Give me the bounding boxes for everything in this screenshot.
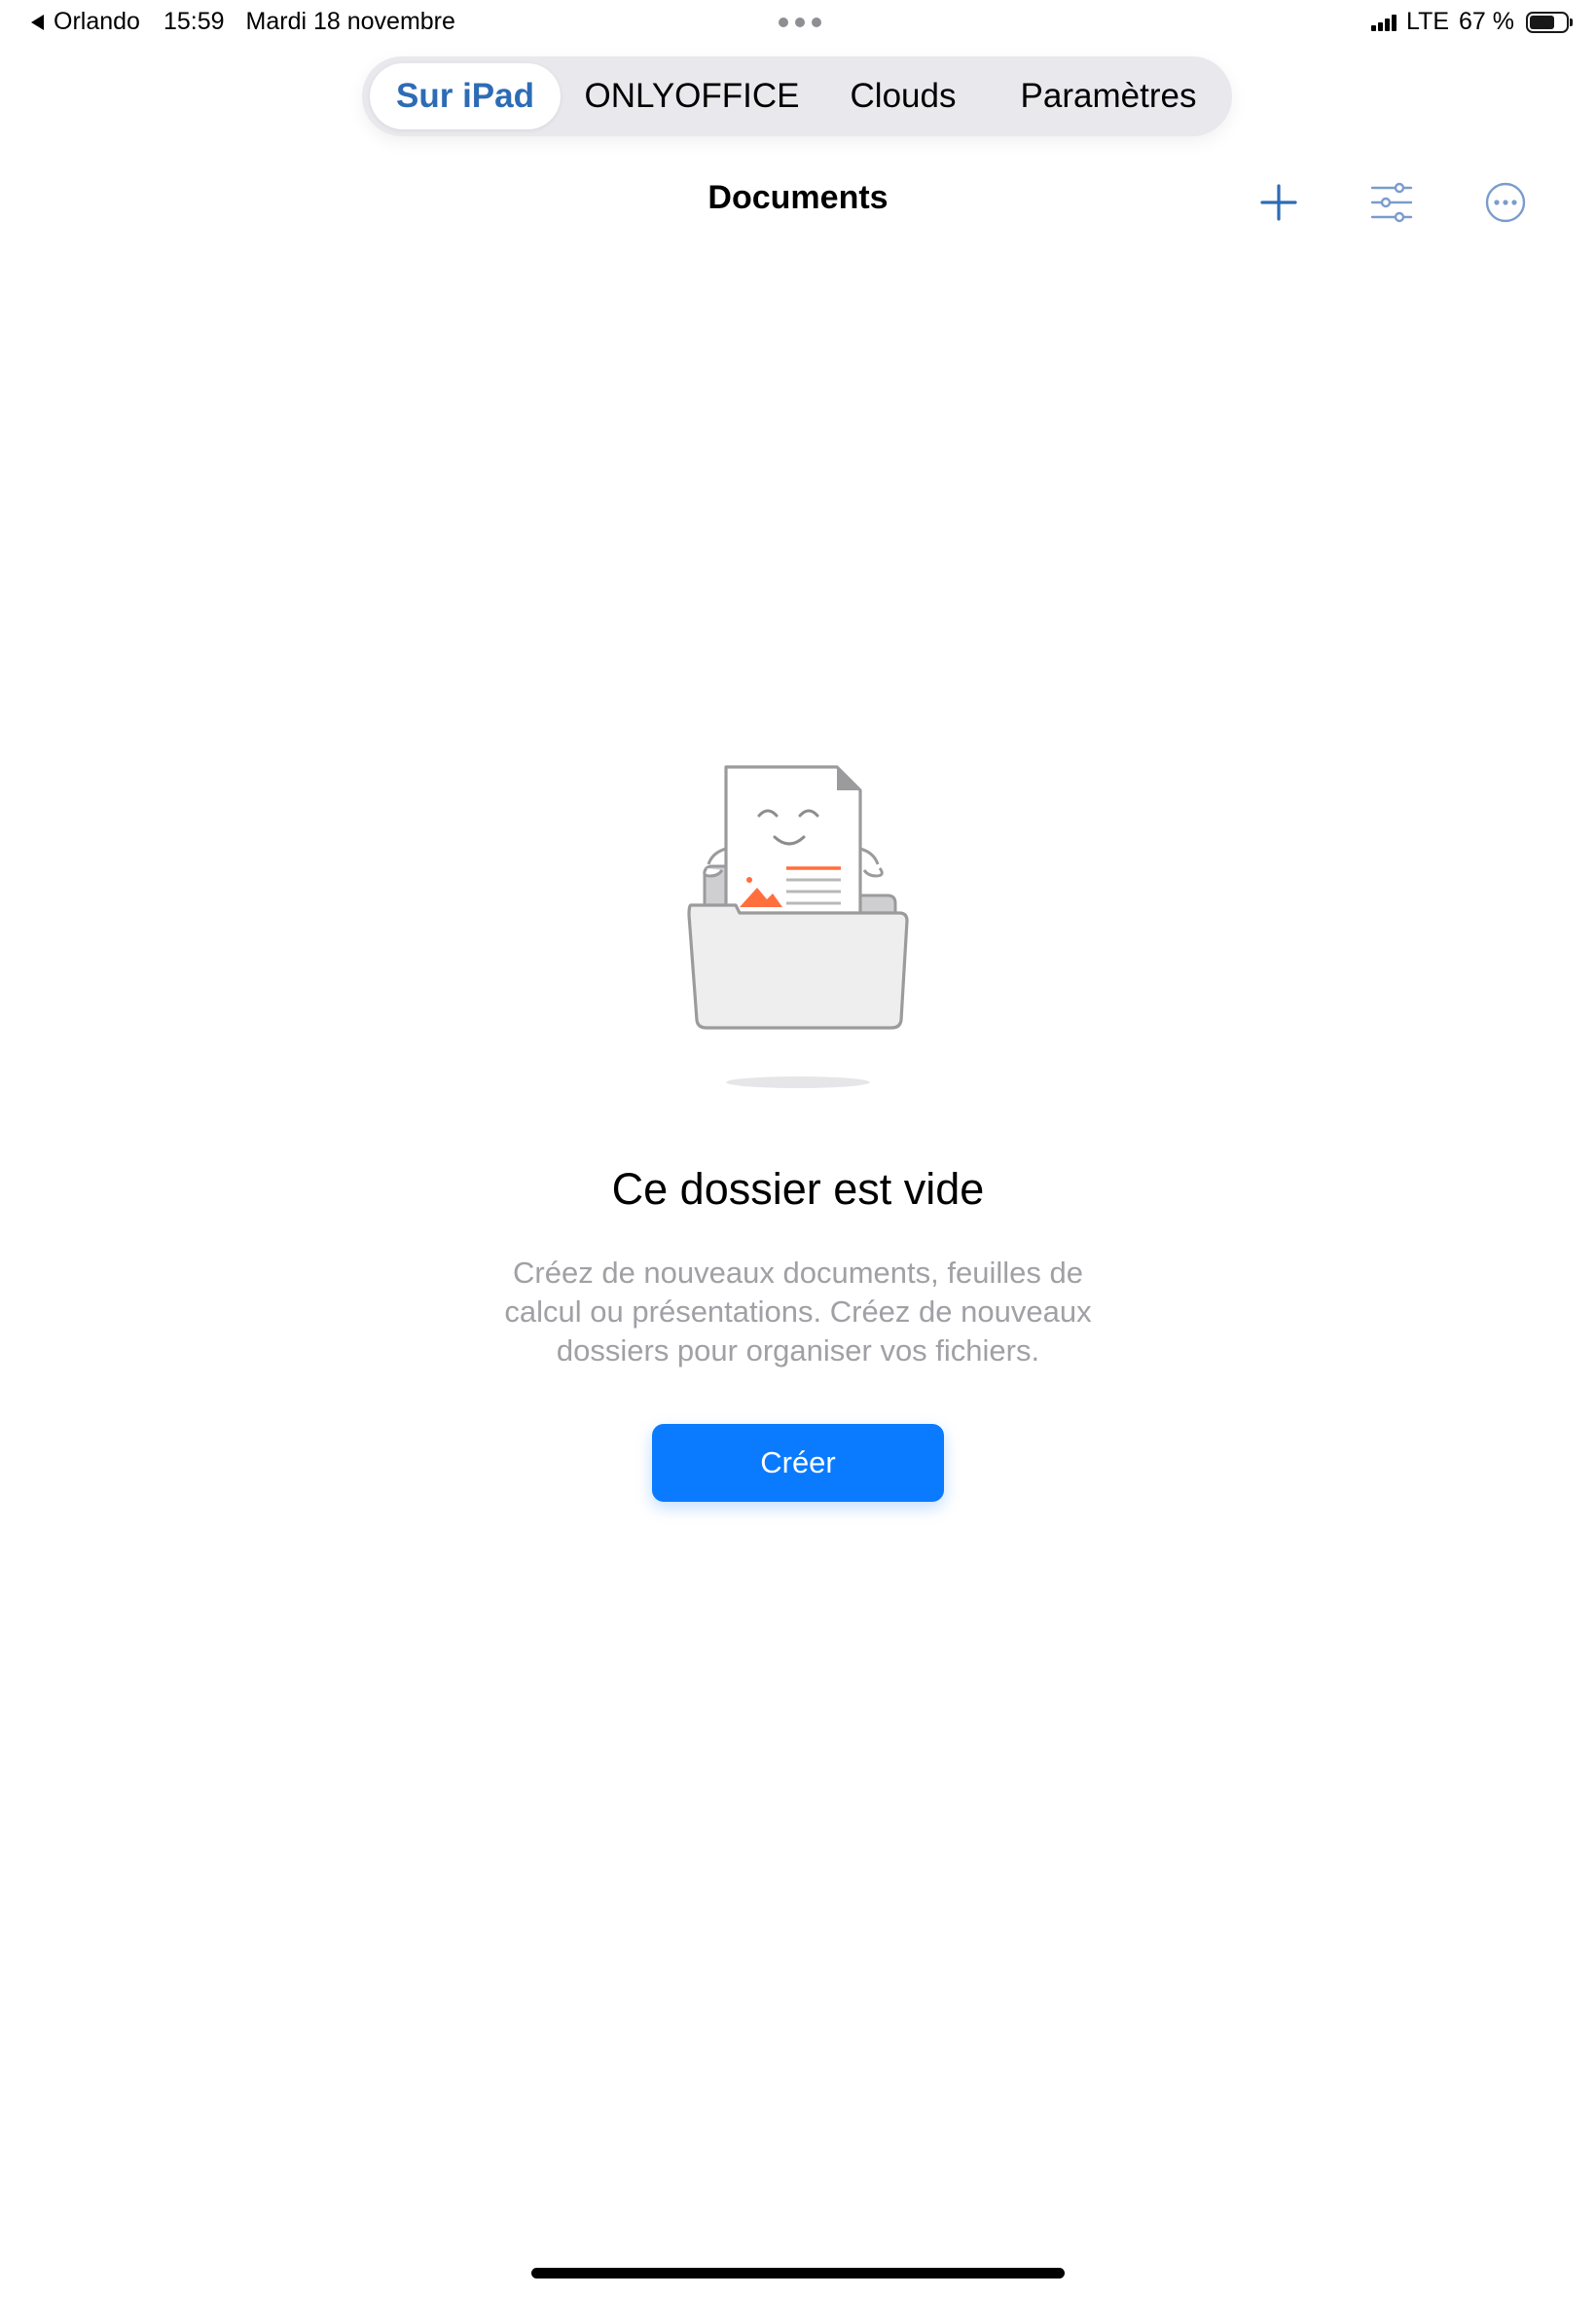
create-button[interactable]: Créer [652,1424,944,1502]
more-options-button[interactable] [1479,176,1532,229]
page-title: Documents [707,179,889,216]
ellipsis-circle-icon [1485,182,1526,223]
cellular-signal-icon [1371,14,1398,31]
back-app-label[interactable]: Orlando [54,8,140,36]
empty-state-title: Ce dossier est vide [611,1164,985,1214]
status-time: 15:59 [163,8,225,35]
tab-parametres[interactable]: Paramètres [1000,63,1216,129]
home-indicator[interactable] [531,2268,1065,2279]
empty-state-description: Créez de nouveaux documents, feuilles de… [504,1256,1092,1367]
status-date: Mardi 18 novembre [245,8,455,35]
plus-icon [1260,184,1297,221]
status-bar: Orlando 15:59 Mardi 18 novembre LTE 67 % [0,0,1596,47]
tab-sur-ipad[interactable]: Sur iPad [370,63,561,129]
sort-filter-button[interactable] [1365,176,1418,229]
tab-clouds[interactable]: Clouds [816,63,991,129]
tab-onlyoffice[interactable]: ONLYOFFICE [578,63,806,129]
empty-folder-illustration [687,765,909,1088]
battery-icon [1526,11,1573,33]
back-arrow-icon[interactable] [31,14,44,30]
add-button[interactable] [1252,176,1305,229]
status-bar-right: LTE 67 % [1371,8,1573,36]
multitasking-dots-icon[interactable] [779,18,821,27]
status-bar-left: Orlando 15:59 Mardi 18 novembre [31,8,455,36]
tab-bar: Sur iPad ONLYOFFICE Clouds Paramètres [362,56,1232,136]
battery-percentage: 67 % [1459,8,1514,35]
sliders-icon [1370,182,1413,223]
network-type: LTE [1406,8,1450,35]
